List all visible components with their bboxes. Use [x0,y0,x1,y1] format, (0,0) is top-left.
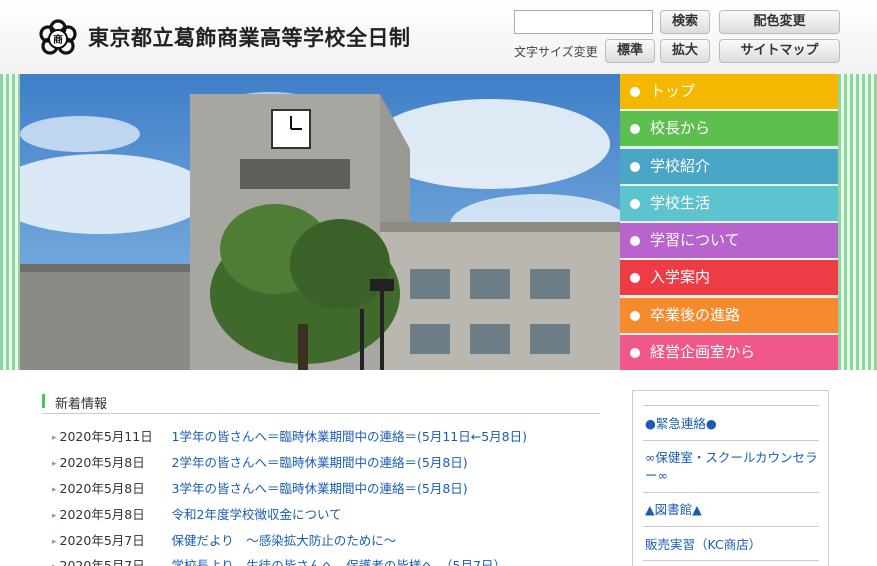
decorative-stripes-right [838,74,877,370]
color-change-button[interactable]: 配色変更 [719,10,840,34]
arrow-icon: ▸ [52,537,57,547]
news-section-header: 新着情報 [42,390,600,414]
bullet-icon [630,124,640,135]
news-item: ▸ 2020年5月11日 1学年の皆さんへ＝臨時休業期間中の連絡＝(5月11日←5月… [52,429,527,444]
news-link[interactable]: 3学年の皆さんへ＝臨時休業期間中の連絡＝(5月8日) [172,481,468,496]
bullet-icon [630,161,640,172]
side-link-sales-practice[interactable]: 販売実習（KC商店） [643,527,819,561]
bullet-icon [630,236,640,247]
menu-item-principal[interactable]: 校長から [620,111,838,147]
side-link-library[interactable]: ▲図書館▲ [643,493,819,527]
font-large-button[interactable]: 拡大 [660,39,710,63]
main-menu: トップ 校長から 学校紹介 学校生活 学習について 入学案内 卒業後の進路 経営… [620,74,838,372]
arrow-icon: ▸ [52,433,57,443]
site-title[interactable]: 東京都立葛飾商業高等学校全日制 [88,22,411,52]
school-emblem-icon[interactable]: 商 [38,19,78,59]
arrow-icon: ▸ [52,511,57,521]
menu-item-career[interactable]: 卒業後の進路 [620,297,838,333]
news-link[interactable]: 1学年の皆さんへ＝臨時休業期間中の連絡＝(5月11日←5月8日) [172,429,527,444]
school-building-photo [20,74,620,370]
menu-item-learning[interactable]: 学習について [620,223,838,259]
side-link-health-room[interactable]: ∞保健室・スクールカウンセラー∞ [643,441,819,493]
menu-item-management[interactable]: 経営企画室から [620,335,838,371]
font-size-label: 文字サイズ変更 [514,45,598,59]
bullet-icon [630,310,640,321]
news-item: ▸ 2020年5月8日 令和2年度学校徴収金について [52,507,342,522]
news-item: ▸ 2020年5月8日 2学年の皆さんへ＝臨時休業期間中の連絡＝(5月8日) [52,455,468,470]
search-button[interactable]: 検索 [660,10,710,34]
news-link[interactable]: 保健だより ～感染拡大防止のために～ [172,533,397,548]
arrow-icon: ▸ [52,459,57,469]
news-item: ▸ 2020年5月7日 保健だより ～感染拡大防止のために～ [52,533,397,548]
bullet-icon [630,273,640,284]
news-item: ▸2020年5月7日学校長より 生徒の皆さんへ 保護者の皆様へ （5月7日） [52,555,506,566]
side-link-emergency[interactable]: ●緊急連絡● [643,406,819,441]
menu-item-top[interactable]: トップ [620,74,838,109]
sitemap-button[interactable]: サイトマップ [719,39,840,63]
menu-item-school-life[interactable]: 学校生活 [620,185,838,221]
search-input[interactable] [514,10,653,34]
news-title: 新着情報 [55,397,108,412]
font-standard-button[interactable]: 標準 [605,39,655,63]
menu-item-admission[interactable]: 入学案内 [620,260,838,296]
bullet-icon [630,87,640,97]
news-item: ▸ 2020年5月8日 3学年の皆さんへ＝臨時休業期間中の連絡＝(5月8日) [52,481,468,496]
side-links-box: ●緊急連絡● ∞保健室・スクールカウンセラー∞ ▲図書館▲ 販売実習（KC商店） [632,390,829,566]
bullet-icon [630,348,640,359]
menu-item-about[interactable]: 学校紹介 [620,148,838,184]
arrow-icon: ▸ [52,485,57,495]
bullet-icon [630,198,640,209]
section-accent-bar [42,394,45,408]
news-link[interactable]: 令和2年度学校徴収金について [172,507,342,522]
arrow-icon: ▸ [52,562,57,566]
news-link[interactable]: 2学年の皆さんへ＝臨時休業期間中の連絡＝(5月8日) [172,455,468,470]
news-link[interactable]: 学校長より 生徒の皆さんへ 保護者の皆様へ （5月7日） [172,558,506,566]
svg-text:商: 商 [53,33,63,46]
site-header: 商 東京都立葛飾商業高等学校全日制 検索 配色変更 文字サイズ変更 標準 拡大 … [0,0,877,74]
